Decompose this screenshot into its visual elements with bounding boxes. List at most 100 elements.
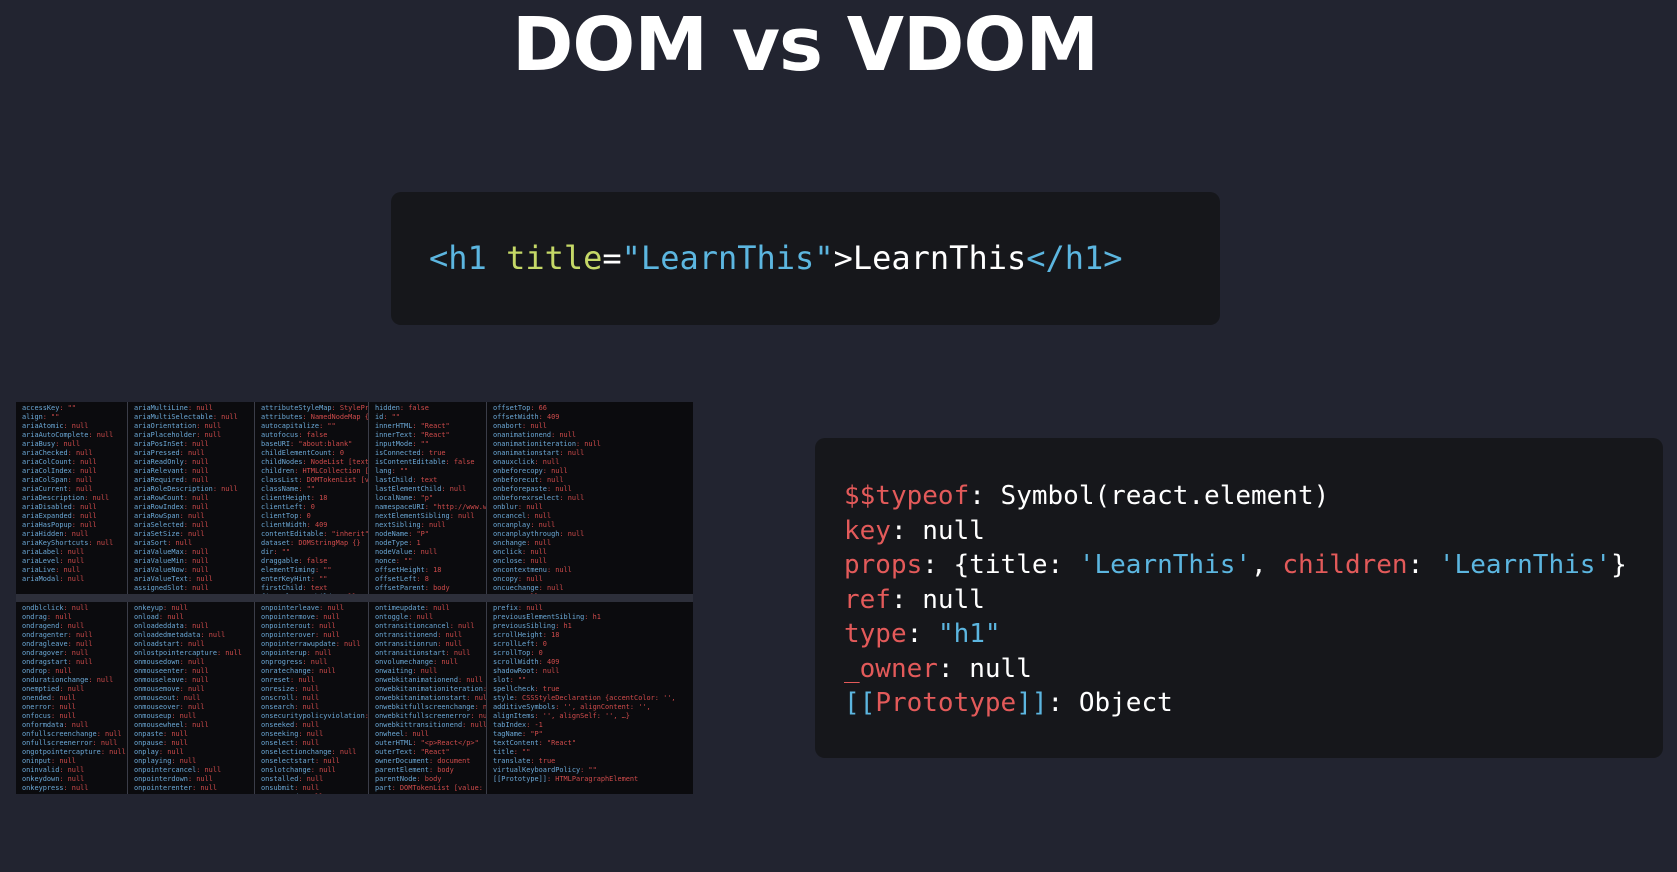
dom-property-value: : null — [310, 667, 336, 675]
dom-property-key: clientHeight — [261, 494, 311, 502]
dom-property-value: : null — [294, 739, 320, 747]
dom-property-value: : null — [55, 566, 81, 574]
dom-property-value: : "" — [580, 766, 597, 774]
dom-property-line: ariaRelevant: null — [134, 467, 254, 476]
dom-property-key: onwebkitanimationend — [375, 676, 458, 684]
dom-property-line: onfullscreenchange: null — [22, 730, 127, 739]
dom-property-line: ondblclick: null — [22, 604, 127, 613]
dom-property-key: onended — [22, 694, 52, 702]
dom-property-line: ariaPosInSet: null — [134, 440, 254, 449]
dom-property-value: : null — [196, 422, 222, 430]
dom-property-value: : null — [437, 640, 463, 648]
dom-property-value: : null — [183, 676, 209, 684]
dom-property-key: nodeValue — [375, 548, 413, 556]
dom-property-key: ariaReadOnly — [134, 458, 184, 466]
dom-property-key: shadowRoot — [493, 667, 535, 675]
open-bracket: < — [429, 239, 449, 277]
dom-property-line: onmousedown: null — [134, 658, 254, 667]
dom-property-line: oncuechange: null — [493, 584, 693, 593]
dom-property-value: : "" — [310, 575, 328, 583]
dom-property-key: onsubmit — [261, 784, 295, 792]
dom-property-value: : "React" — [412, 431, 450, 439]
dom-property-line: ondrop: null — [22, 667, 127, 676]
dom-property-value: : "" — [42, 413, 60, 421]
dom-property-value: : null — [546, 485, 572, 493]
props-children-key: children — [1282, 550, 1408, 580]
dom-property-line: ariaColIndex: null — [22, 467, 127, 476]
dom-property-key: [[Prototype]] — [493, 775, 547, 783]
dom-property-key: onseeked — [261, 721, 295, 729]
dom-property-key: ariaRelevant — [134, 467, 184, 475]
dom-property-value: : body — [416, 775, 442, 783]
dom-property-key: ariaAtomic — [22, 422, 64, 430]
dom-property-value: : null — [437, 631, 463, 639]
dom-property-value: : true — [534, 685, 560, 693]
dom-property-line: ariaPressed: null — [134, 449, 254, 458]
dom-property-value: : body — [428, 766, 454, 774]
dom-property-line: previousElementSibling: h1 — [493, 613, 693, 622]
dom-property-line: onwaiting: null — [375, 667, 486, 676]
dom-property-line: tabIndex: -1 — [493, 721, 693, 730]
dom-property-key: onpointerover — [261, 631, 315, 639]
dom-property-line: onscroll: null — [261, 694, 368, 703]
dom-property-line: lastElementChild: null — [375, 485, 486, 494]
dom-property-line: onselectstart: null — [261, 757, 368, 766]
dom-property-line: ondragstart: null — [22, 658, 127, 667]
dom-property-line: onchange: null — [493, 539, 693, 548]
dom-property-key: ariaCurrent — [22, 485, 68, 493]
dom-property-value: : 1 — [408, 539, 421, 547]
dom-property-value: : null — [466, 694, 486, 702]
dom-property-line: onloadstart: null — [134, 640, 254, 649]
dom-property-key: clientLeft — [261, 503, 303, 511]
dom-property-value: : null — [294, 784, 320, 792]
dom-property-value: : null — [175, 694, 201, 702]
vdom-line-owner: _owner: null — [844, 652, 1663, 687]
dom-property-value: : null — [59, 775, 85, 783]
dom-property-value: : null — [158, 748, 184, 756]
vdom-value: null — [969, 653, 1032, 684]
dom-property-key: innerHTML — [375, 422, 413, 430]
dom-property-value: : 0 — [331, 449, 344, 457]
dom-property-key: onloadstart — [134, 640, 180, 648]
dom-property-key: prefix — [493, 604, 518, 612]
dom-property-line: ariaMultiLine: null — [134, 404, 254, 413]
dom-property-key: onwebkitfullscreenchange — [375, 703, 475, 711]
dom-property-value: : null — [404, 730, 429, 738]
dom-property-key: style — [493, 694, 514, 702]
dom-property-key: isContentEditable — [375, 458, 446, 466]
dom-property-line: childNodes: NodeList [text — [261, 458, 368, 467]
dom-properties-column: ondblclick: null ondrag: null ondragend: n… — [16, 602, 127, 794]
dom-property-value: : null — [314, 613, 340, 621]
dom-property-key: onslotchange — [261, 766, 311, 774]
dom-property-key: offsetWidth — [493, 413, 539, 421]
dom-property-key: ariaLevel — [22, 557, 60, 565]
dom-property-value: : null — [183, 458, 209, 466]
dom-property-value: : null — [335, 640, 361, 648]
dom-property-value: : null — [559, 449, 585, 457]
dom-property-value: : null — [171, 757, 197, 765]
dom-property-value: : 8 — [416, 575, 429, 583]
dom-property-key: oncuechange — [493, 584, 539, 592]
dom-property-value: : StylePr — [331, 404, 368, 412]
dom-property-line: contentEditable: "inherit" — [261, 530, 368, 539]
dom-property-key: lastChild — [375, 476, 413, 484]
dom-property-key: ontransitionrun — [375, 640, 438, 648]
dom-property-line: ongotpointercapture: null — [22, 748, 127, 757]
dom-property-value: : null — [310, 622, 336, 630]
dom-property-key: textContent — [493, 739, 539, 747]
dom-property-key: onseeking — [261, 730, 299, 738]
dom-property-line: autocapitalize: "" — [261, 422, 368, 431]
dom-property-line: oninvalid: null — [22, 766, 127, 775]
dom-properties-column: attributeStyleMap: StylePr attributes: Na… — [254, 402, 368, 594]
dom-property-value: : null — [294, 685, 320, 693]
dom-property-line: nodeName: "P" — [375, 530, 486, 539]
dom-property-value: : null — [319, 604, 344, 612]
dom-property-key: oncancel — [493, 512, 527, 520]
dom-property-value: : "P" — [408, 530, 429, 538]
dom-property-key: onabort — [493, 422, 523, 430]
dom-property-line: ondragend: null — [22, 622, 127, 631]
dom-property-value: : null — [51, 703, 76, 711]
dom-property-value: : null — [59, 766, 85, 774]
dom-property-line: onwebkitfullscreenchange: null — [375, 703, 486, 712]
dom-property-key: previousSibling — [493, 622, 556, 630]
